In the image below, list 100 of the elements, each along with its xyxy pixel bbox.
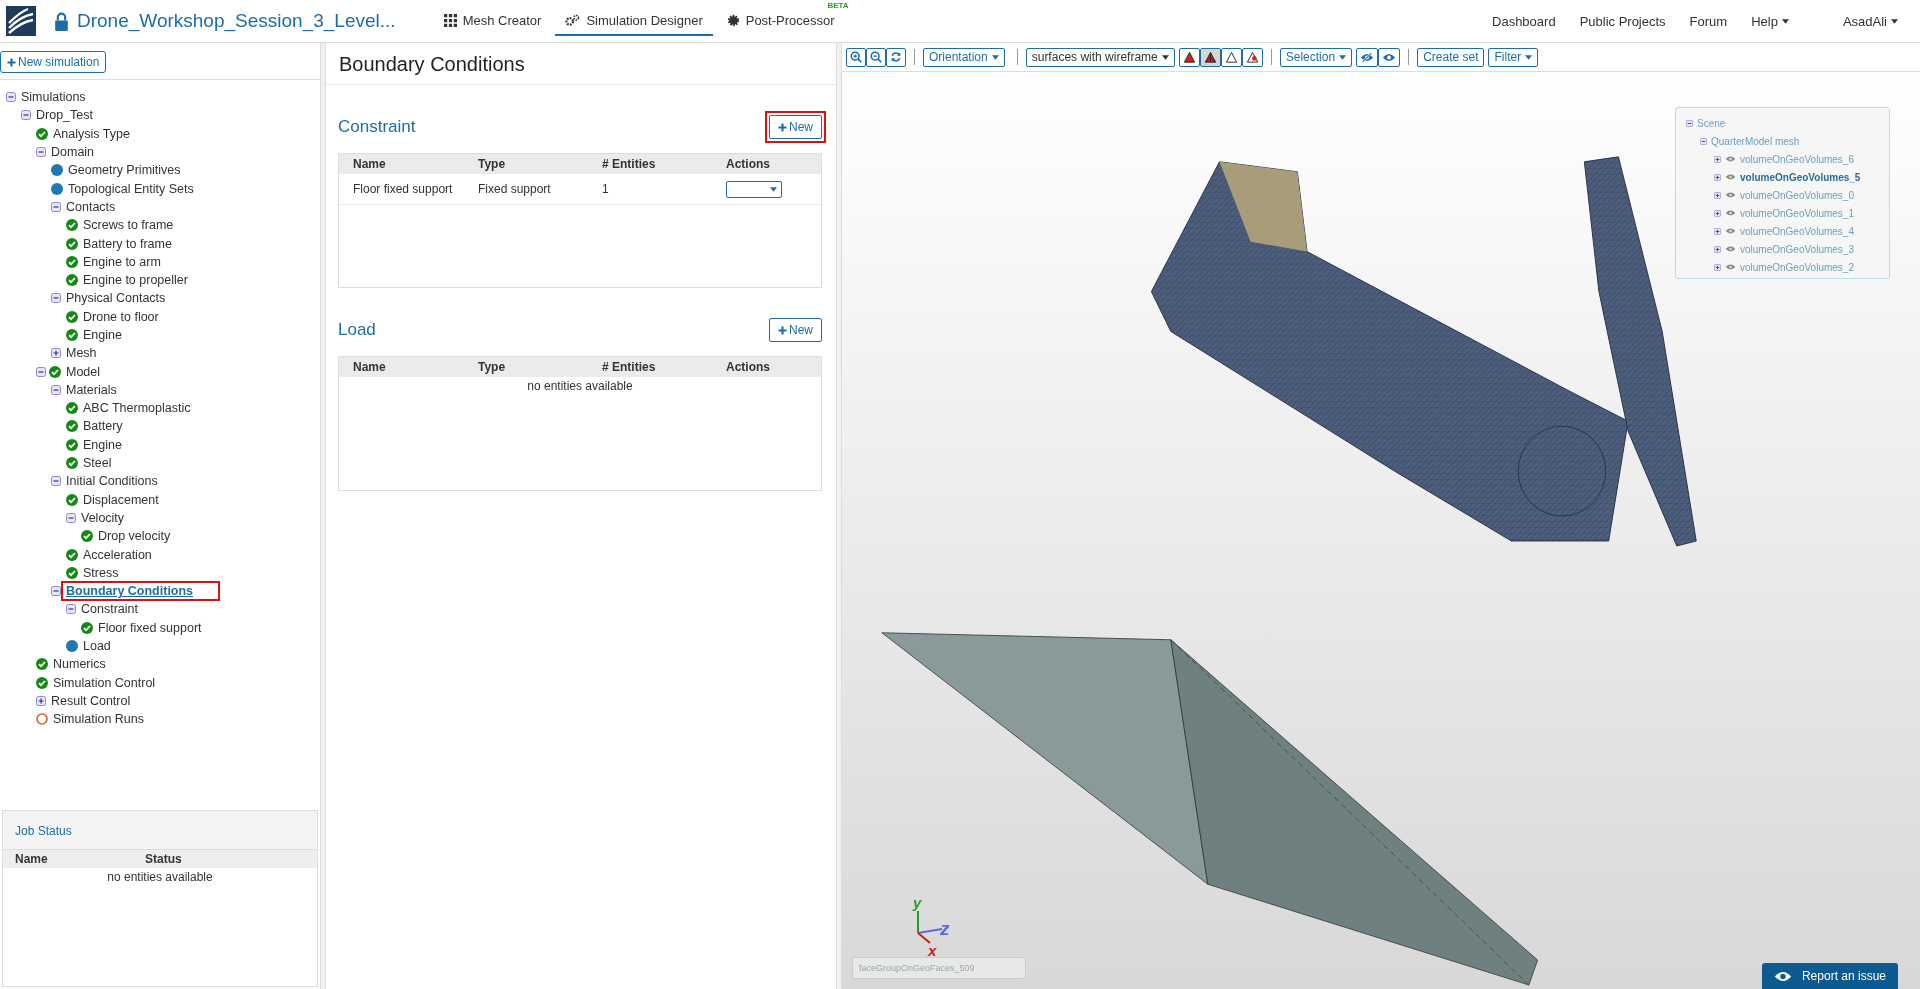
tree-item[interactable]: Contacts <box>64 199 118 214</box>
tree-item[interactable]: Battery to frame <box>81 236 174 251</box>
tree-item[interactable]: Domain <box>49 145 97 160</box>
triangle-icon <box>1245 50 1259 64</box>
tree-item[interactable]: Stress <box>81 565 121 580</box>
tree-item[interactable]: Simulation Control <box>51 675 158 690</box>
nav-link[interactable]: Forum <box>1681 13 1736 29</box>
collapse-icon[interactable] <box>36 366 46 377</box>
eye-icon[interactable] <box>1725 173 1736 181</box>
tree-item[interactable]: Steel <box>81 456 114 471</box>
tree-item[interactable]: Load <box>81 639 113 654</box>
new-button[interactable]: New <box>769 318 822 342</box>
actions-dropdown[interactable] <box>726 180 782 198</box>
check-icon <box>66 420 78 433</box>
eye-icon[interactable] <box>1725 227 1736 235</box>
tree-item[interactable]: Simulation Runs <box>51 712 146 727</box>
expand-icon[interactable] <box>1714 191 1721 199</box>
tree-item[interactable]: Numerics <box>51 657 108 672</box>
toolbar-button[interactable] <box>1178 47 1200 67</box>
collapse-icon[interactable] <box>51 586 61 597</box>
tree-item[interactable]: Mesh <box>64 346 99 361</box>
eye-icon[interactable] <box>1725 245 1736 253</box>
column-header: Name <box>353 360 387 374</box>
empty-message: no entities available <box>106 869 214 886</box>
expand-icon[interactable] <box>51 348 61 359</box>
collapse-icon[interactable] <box>36 147 46 158</box>
nav-tab[interactable]: Mesh Creator <box>433 6 552 36</box>
lock-icon <box>54 11 69 31</box>
dropdown-button[interactable]: Orientation <box>923 47 1005 67</box>
new-button[interactable]: New <box>769 115 822 139</box>
tree-item[interactable]: ABC Thermoplastic <box>81 401 193 416</box>
eye-icon[interactable] <box>1725 155 1736 163</box>
collapse-icon[interactable] <box>21 110 31 121</box>
tree-item[interactable]: Displacement <box>81 492 161 507</box>
tree-item[interactable]: Physical Contacts <box>64 291 168 306</box>
toolbar-button[interactable]: Create set <box>1417 47 1485 67</box>
tree-item[interactable]: Acceleration <box>81 547 154 562</box>
collapse-icon[interactable] <box>1700 137 1707 145</box>
tree-item[interactable]: Engine to arm <box>81 254 163 269</box>
collapse-icon[interactable] <box>51 476 61 487</box>
collapse-icon[interactable] <box>66 604 76 615</box>
dot-icon <box>66 640 78 653</box>
tree-item[interactable]: Drop velocity <box>96 529 173 544</box>
expand-icon[interactable] <box>1714 155 1721 163</box>
toolbar-button[interactable] <box>1241 47 1263 67</box>
collapse-icon[interactable] <box>51 384 61 395</box>
tree-item[interactable]: Boundary Conditions <box>64 584 218 599</box>
tree-item[interactable]: Engine <box>81 437 124 452</box>
dot-icon <box>51 164 63 177</box>
tree-item[interactable]: Topological Entity Sets <box>66 181 196 196</box>
collapse-icon[interactable] <box>66 512 76 523</box>
tree-item[interactable]: Velocity <box>79 510 127 525</box>
expand-icon[interactable] <box>1714 263 1721 271</box>
menu-link[interactable]: Help <box>1743 13 1797 29</box>
tree-item[interactable]: Engine to propeller <box>81 273 190 288</box>
ring-icon <box>36 713 48 726</box>
triangle-icon <box>1203 50 1217 64</box>
eye-icon[interactable] <box>1725 263 1736 271</box>
caret-icon <box>1525 54 1533 60</box>
toolbar-button[interactable] <box>1220 47 1242 67</box>
collapse-icon[interactable] <box>6 92 16 103</box>
project-title[interactable]: Drone_Workshop_Session_3_Level... <box>77 10 396 32</box>
expand-icon[interactable] <box>1714 245 1721 253</box>
tree-item[interactable]: Result Control <box>49 693 133 708</box>
tree-item[interactable]: Floor fixed support <box>96 620 204 635</box>
expand-icon[interactable] <box>36 695 46 706</box>
tree-item[interactable]: Model <box>64 364 103 379</box>
tree-item[interactable]: Screws to frame <box>81 218 176 233</box>
tree-item[interactable]: Analysis Type <box>51 126 132 141</box>
eye-icon[interactable] <box>1725 191 1736 199</box>
nav-link[interactable]: Dashboard <box>1484 13 1564 29</box>
collapse-icon[interactable] <box>1686 119 1693 127</box>
expand-icon[interactable] <box>1714 209 1721 217</box>
caret-icon <box>1339 54 1347 60</box>
collapse-icon[interactable] <box>51 201 61 212</box>
menu-link[interactable]: AsadAli <box>1834 13 1906 29</box>
collapse-icon[interactable] <box>51 293 61 304</box>
tree-item[interactable]: Drone to floor <box>81 309 161 324</box>
tree-item[interactable]: volumeOnGeoVolumes_5 <box>1740 171 1861 183</box>
table-cell-text: Floor fixed support <box>353 182 454 196</box>
nav-tab[interactable]: Simulation Designer <box>555 6 713 36</box>
expand-icon[interactable] <box>1714 227 1721 235</box>
tree-item[interactable]: Battery <box>81 419 125 434</box>
tree-item[interactable]: Drop_Test <box>34 108 95 123</box>
tree-item[interactable]: Simulations <box>19 90 88 105</box>
report-issue-button[interactable]: Report an issue <box>1761 963 1898 989</box>
new-simulation-button[interactable]: New simulation <box>0 51 107 73</box>
dropdown-button[interactable]: Filter <box>1488 47 1539 67</box>
tree-item[interactable]: Initial Conditions <box>64 474 160 489</box>
expand-icon[interactable] <box>1714 173 1721 181</box>
tree-item[interactable]: Engine <box>81 328 124 342</box>
eye-icon[interactable] <box>1725 209 1736 217</box>
check-icon <box>81 530 93 543</box>
toolbar-button[interactable] <box>1199 47 1221 67</box>
tree-item[interactable]: Materials <box>64 382 119 397</box>
render-mode-select[interactable]: surfaces with wireframe <box>1025 47 1175 67</box>
tree-item[interactable]: Constraint <box>79 602 140 617</box>
nav-link[interactable]: Public Projects <box>1571 13 1674 29</box>
dropdown-button[interactable]: Selection <box>1279 47 1353 67</box>
tree-item[interactable]: Geometry Primitives <box>66 163 183 178</box>
